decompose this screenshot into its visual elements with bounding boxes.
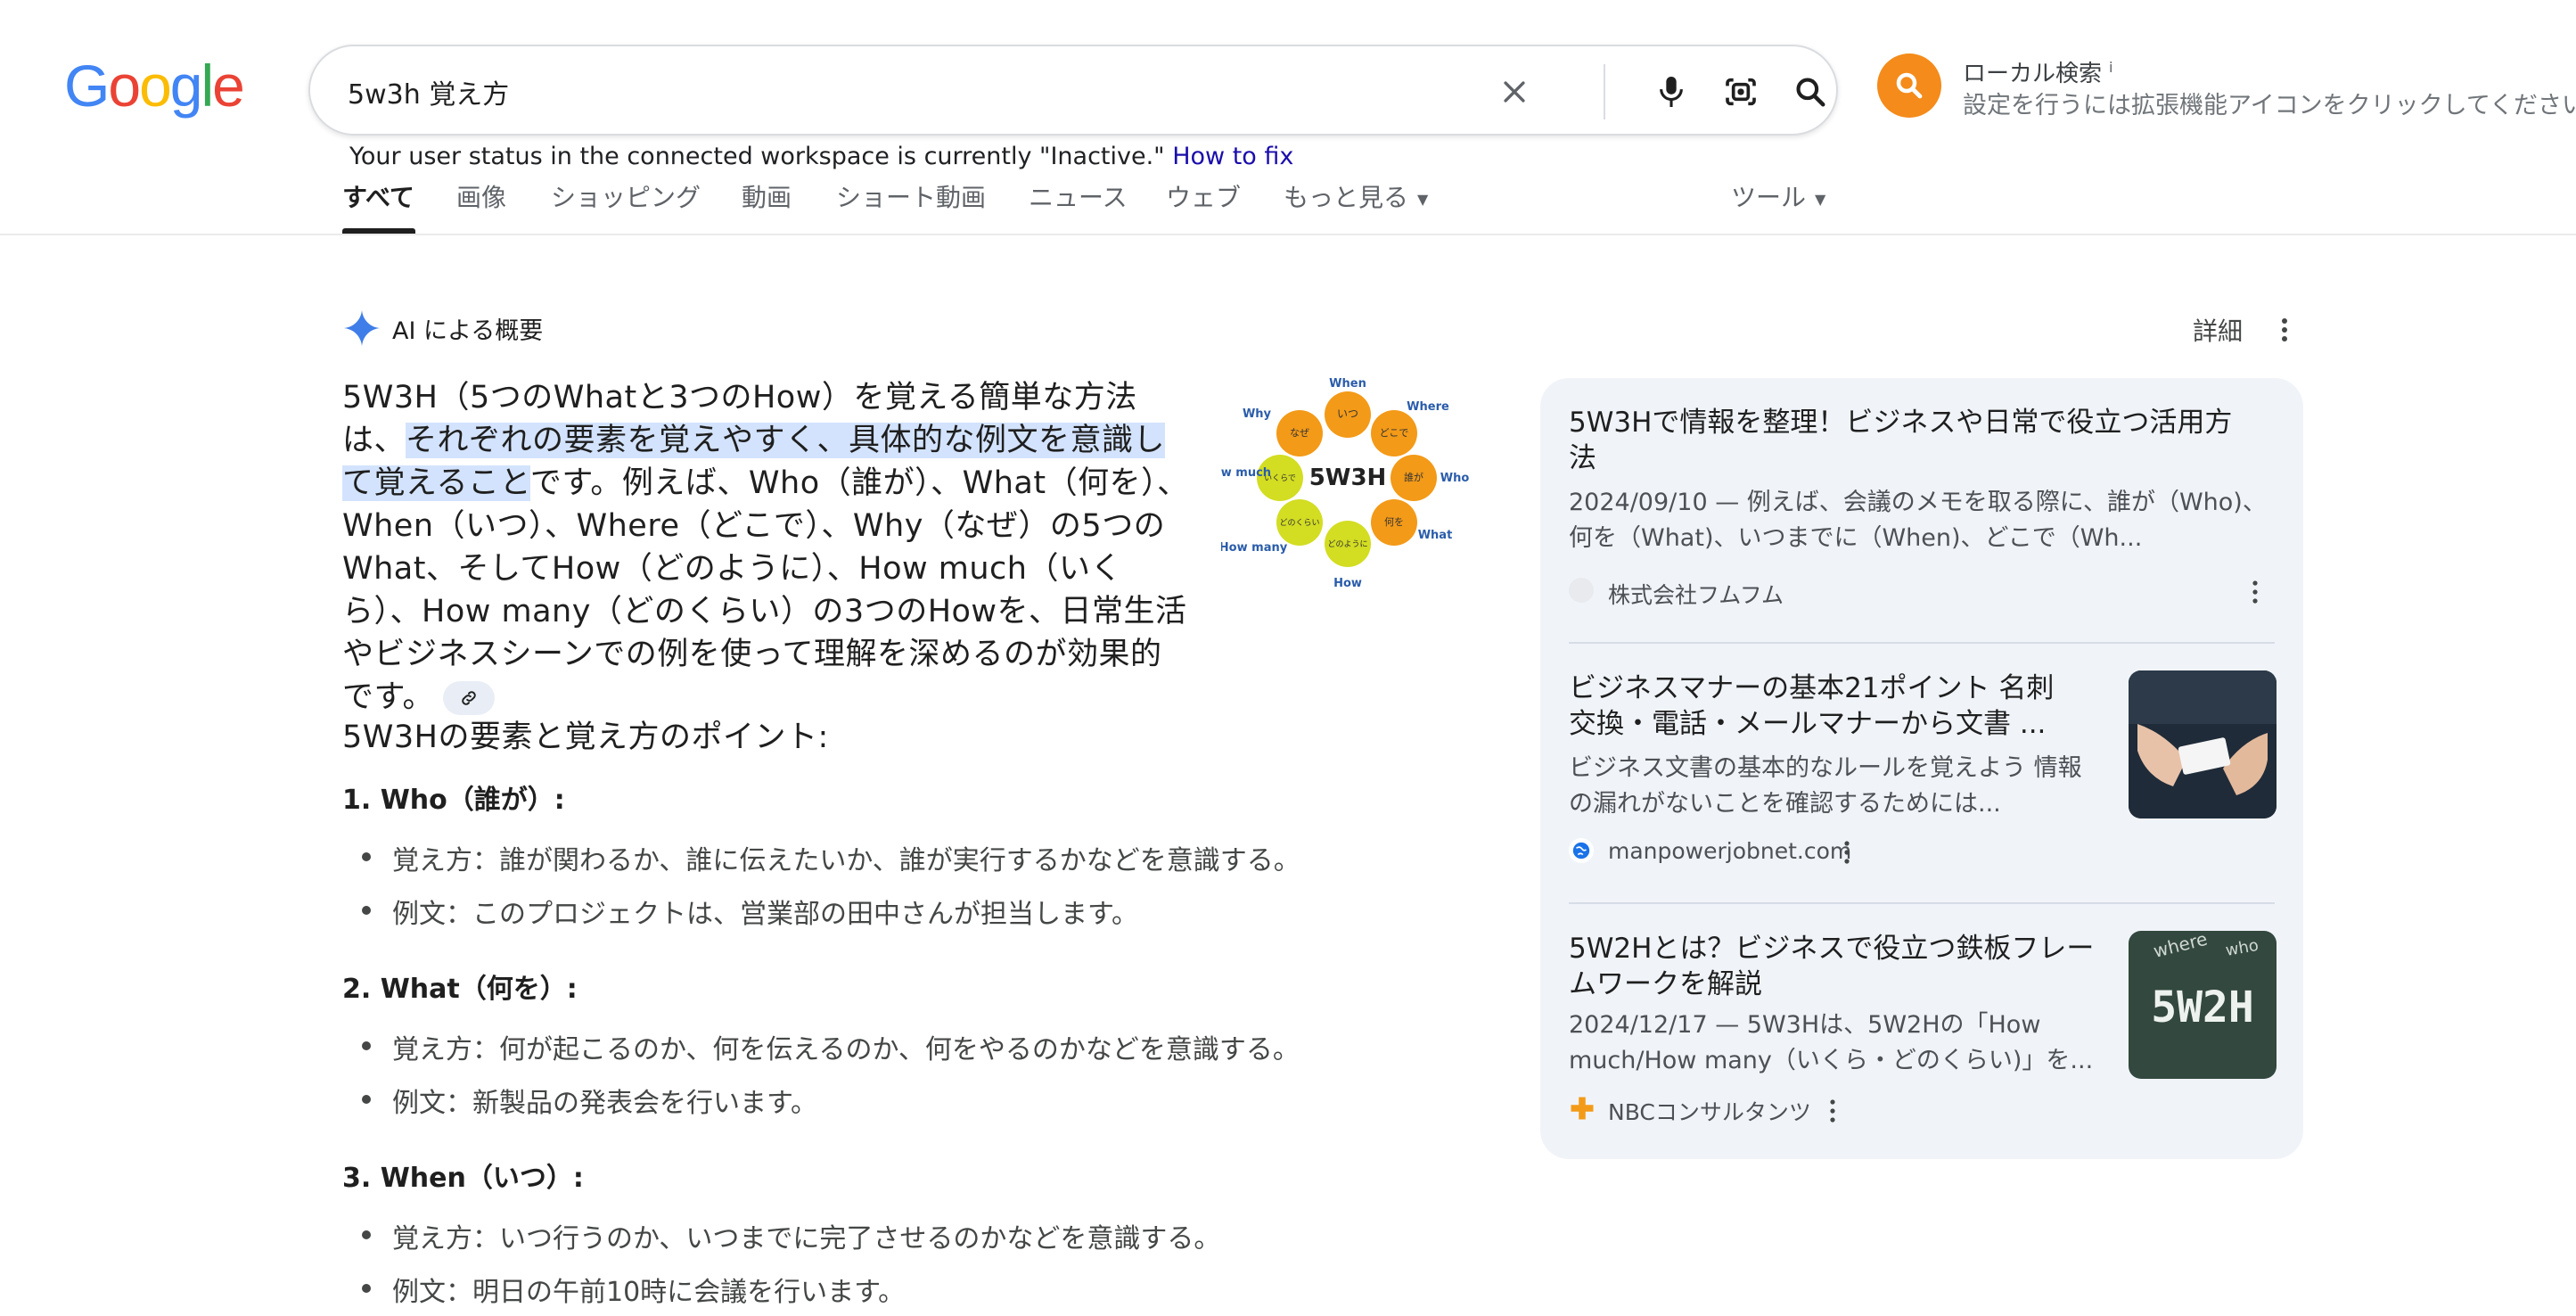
logo-letter: l [201,53,215,119]
section-title: 1. Who（誰が）: [342,785,565,816]
ai-overview-summary: 5W3H（5つのWhatと3つのHow）を覚える簡単な方法は、それぞれの要素を覚… [342,376,1474,719]
logo-letter: g [169,53,203,119]
tab-shopping[interactable]: ショッピング [551,178,701,214]
ai-overview-title: AI による概要 [392,317,544,345]
tab-more[interactable]: もっと見る ▼ [1284,178,1428,214]
list-item: 例文：明日の午前10時に会議を行います。 [361,1270,905,1309]
summary-text: です。例えば、Who（誰が）、What（何を）、When（いつ）、Where（ど… [342,465,1189,715]
thumb-text: 5W2H [2151,983,2254,1032]
logo-letter: o [139,53,172,119]
tab-short-videos[interactable]: ショート動画 [836,178,986,214]
info-icon[interactable]: i [2109,59,2112,76]
site-favicon [1569,578,1594,603]
tab-more-label: もっと見る [1284,183,1409,212]
dropdown-arrow-icon: ▼ [1417,190,1429,208]
source-site-name[interactable]: manpowerjobnet.com [1608,838,1851,864]
how-to-fix-link[interactable]: How to fix [1172,143,1293,170]
logo-letter: G [64,53,110,119]
search-divider [1604,64,1605,119]
logo-letter: o [108,53,141,119]
dropdown-arrow-icon: ▼ [1815,190,1826,208]
search-icon[interactable] [1786,68,1834,116]
clear-icon[interactable] [1490,68,1538,116]
logo-letter: e [212,53,245,119]
list-item: 覚え方：誰が関わるか、誰に伝えたいか、誰が実行するかなどを意識する。 [362,838,1300,877]
status-text: Your user status in the connected worksp… [349,143,1165,170]
tab-all[interactable]: すべて [342,178,414,214]
more-options-icon[interactable] [1822,1095,1843,1127]
list-item: 覚え方：いつ行うのか、いつまでに完了させるのかなどを意識する。 [361,1216,1220,1255]
source-card-title[interactable]: ビジネスマナーの基本21ポイント 名刺交換・電話・メールマナーから文書 ... [1569,670,2064,742]
source-divider [1569,902,2275,904]
points-heading: 5W3Hの要素と覚え方のポイント: [342,720,829,755]
5w2h-chalkboard-image[interactable]: where who 5W2H [2129,931,2277,1079]
source-card-snippet: 2024/12/17 — 5W3Hは、5W2Hの「How much/How ma… [1569,1011,2094,1074]
nbc-logo-icon [1569,1095,1596,1122]
source-divider [1569,642,2275,644]
globe-icon [1569,838,1594,863]
tab-tools-label: ツール [1731,183,1807,212]
search-input[interactable] [346,66,1455,118]
more-options-icon[interactable] [2244,576,2266,608]
more-options-icon[interactable] [2271,312,2298,348]
camera-search-icon[interactable] [1717,68,1765,116]
list-item: 例文：このプロジェクトは、営業部の田中さんが担当します。 [362,892,1138,931]
tab-videos[interactable]: 動画 [742,178,792,214]
link-icon [462,691,476,705]
search-icon [1896,72,1923,99]
local-search-label: ローカル検索 [1963,61,2103,87]
source-card-title[interactable]: 5W2Hとは？ビジネスで役立つ鉄板フレームワークを解説 [1569,931,2095,1002]
section-title: 3. When（いつ）: [342,1163,584,1194]
tabs-divider [0,234,2576,235]
ai-overview-header: AI による概要 [342,305,543,351]
source-card-snippet: ビジネス文書の基本的なルールを覚えよう 情報の漏れがないことを確認するためには.… [1569,754,2082,818]
source-site-name[interactable]: NBCコンサルタンツ [1608,1095,1811,1127]
business-card-exchange-image[interactable] [2129,670,2277,818]
microphone-icon[interactable] [1647,68,1695,116]
list-item: 覚え方：何が起こるのか、何を伝えるのか、何をやるのかなどを意識する。 [362,1027,1300,1066]
more-options-icon[interactable] [1836,836,1858,868]
gemini-sparkle-icon [343,309,381,347]
source-site-name[interactable]: 株式会社フムフム [1608,578,1784,610]
search-box [308,45,1838,136]
local-search-title: ローカル検索 i [1963,55,2112,88]
citation-link-button[interactable] [443,681,496,715]
source-card-title[interactable]: 5W3Hで情報を整理！ビジネスや日常で役立つ活用方法 [1569,405,2246,476]
source-card-snippet: 2024/09/10 — 例えば、会議のメモを取る際に、誰が（Who)、何を（W… [1569,489,2267,552]
local-search-button[interactable] [1877,53,1941,118]
list-item: 例文：新製品の発表会を行います。 [362,1081,817,1120]
tab-tools[interactable]: ツール ▼ [1731,178,1825,214]
google-logo[interactable]: Google [64,52,245,119]
workspace-status: Your user status in the connected worksp… [349,143,1293,170]
tab-images[interactable]: 画像 [456,178,506,214]
tab-web[interactable]: ウェブ [1166,178,1241,214]
details-button[interactable]: 詳細 [2193,312,2243,348]
local-search-subtitle: 設定を行うには拡張機能アイコンをクリックしてください [1963,92,2576,119]
tab-news[interactable]: ニュース [1029,178,1128,214]
section-title: 2. What（何を）: [342,974,578,1005]
